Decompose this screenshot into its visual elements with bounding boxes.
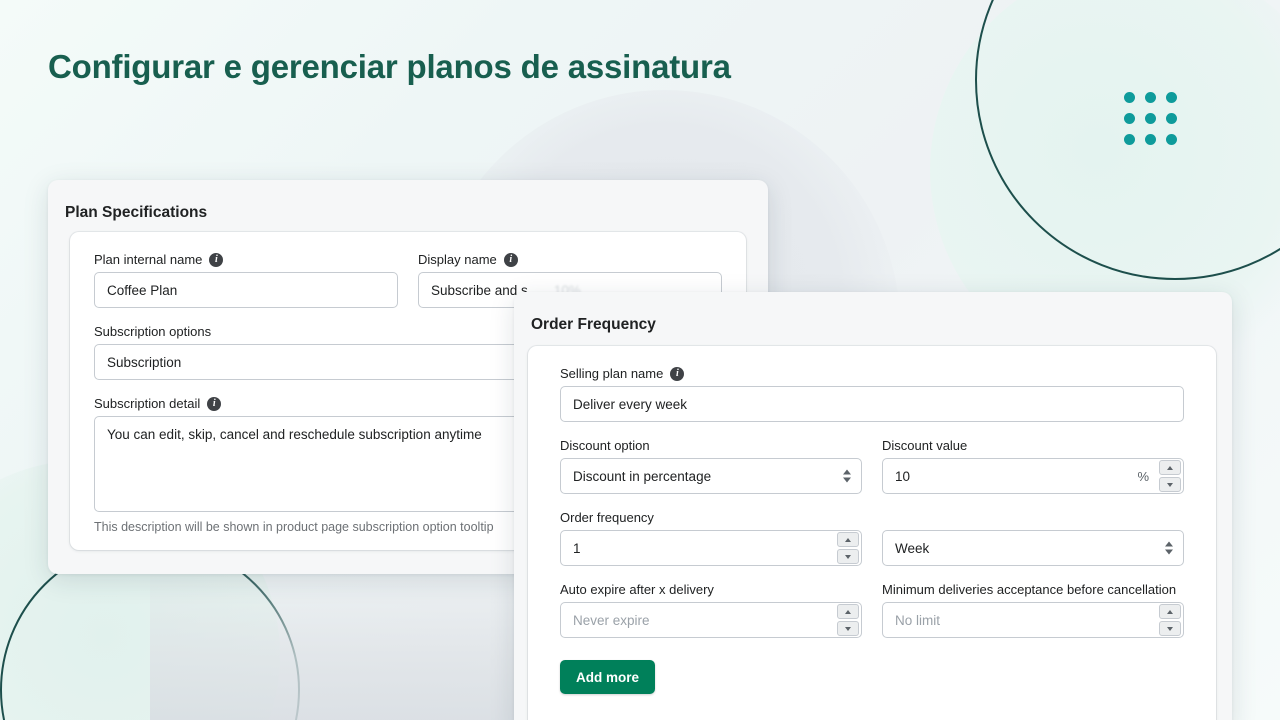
minimum-deliveries-stepper[interactable] — [1159, 603, 1181, 637]
stepper-down-button[interactable] — [1159, 621, 1181, 636]
grid-dot-icon — [1145, 134, 1156, 145]
auto-expire-label: Auto expire after x delivery — [560, 582, 714, 597]
display-name-label-text: Display name — [418, 252, 497, 267]
grid-dot-icon — [1124, 134, 1135, 145]
order-frequency-label: Order frequency — [560, 510, 654, 525]
grid-dot-icon — [1166, 113, 1177, 124]
gray-band-bottom — [150, 560, 550, 720]
minimum-deliveries-input[interactable]: No limit — [882, 602, 1184, 638]
auto-expire-input[interactable]: Never expire — [560, 602, 862, 638]
display-name-label: Display name i — [418, 252, 722, 267]
selling-plan-name-field: Selling plan name i Deliver every week — [560, 366, 1184, 422]
order-frequency-value: 1 — [573, 540, 581, 556]
discount-option-field: Discount option Discount in percentage — [560, 438, 862, 494]
grid-dot-icon — [1145, 113, 1156, 124]
grid-dot-icon — [1124, 113, 1135, 124]
app-screenshot: Configurar e gerenciar planos de assinat… — [0, 0, 1280, 720]
stepper-up-button[interactable] — [1159, 460, 1181, 475]
stepper-up-button[interactable] — [837, 532, 859, 547]
discount-value-stepper[interactable] — [1159, 459, 1181, 493]
info-icon[interactable]: i — [207, 396, 222, 411]
selling-plan-name-input[interactable]: Deliver every week — [560, 386, 1184, 422]
chevron-updown-icon — [1165, 541, 1173, 555]
stepper-down-button[interactable] — [837, 549, 859, 564]
discount-value-text: 10 — [895, 468, 911, 484]
order-frequency-unit-value: Week — [895, 540, 930, 556]
order-frequency-field: Order frequency 1 Week — [560, 510, 1184, 566]
order-frequency-title: Order Frequency — [531, 316, 656, 333]
plan-internal-name-label-text: Plan internal name — [94, 252, 203, 267]
stepper-down-button[interactable] — [1159, 477, 1181, 492]
stepper-up-button[interactable] — [1159, 604, 1181, 619]
plan-internal-name-field: Plan internal name i Coffee Plan — [94, 252, 398, 308]
minimum-deliveries-field: Minimum deliveries acceptance before can… — [882, 582, 1184, 638]
order-frequency-stepper[interactable] — [837, 531, 859, 565]
discount-value-field: Discount value 10 % — [882, 438, 1184, 494]
order-frequency-card: Order Frequency Selling plan name i Deli… — [514, 292, 1232, 720]
grid-dot-icon — [1124, 92, 1135, 103]
plan-internal-name-label: Plan internal name i — [94, 252, 398, 267]
selling-plan-name-label: Selling plan name i — [560, 366, 1184, 381]
info-icon[interactable]: i — [209, 252, 224, 267]
auto-expire-placeholder: Never expire — [573, 612, 650, 628]
discount-value-label: Discount value — [882, 438, 968, 453]
grid-dot-icon — [1145, 92, 1156, 103]
subscription-detail-label-text: Subscription detail — [94, 396, 201, 411]
discount-value-suffix: % — [1137, 468, 1149, 484]
grid-dot-icon — [1166, 134, 1177, 145]
order-frequency-form: Selling plan name i Deliver every week D… — [528, 346, 1216, 720]
selling-plan-name-label-text: Selling plan name — [560, 366, 664, 381]
stepper-down-button[interactable] — [837, 621, 859, 636]
minimum-deliveries-placeholder: No limit — [895, 612, 941, 628]
info-icon[interactable]: i — [670, 366, 685, 381]
display-name-value: Subscribe and s — [431, 282, 528, 298]
stepper-up-button[interactable] — [837, 604, 859, 619]
minimum-deliveries-label: Minimum deliveries acceptance before can… — [882, 582, 1177, 597]
discount-option-label: Discount option — [560, 438, 650, 453]
discount-value-input[interactable]: 10 % — [882, 458, 1184, 494]
grid-dot-icon — [1166, 92, 1177, 103]
order-frequency-input[interactable]: 1 — [560, 530, 862, 566]
page-title: Configurar e gerenciar planos de assinat… — [48, 48, 731, 85]
info-icon[interactable]: i — [503, 252, 518, 267]
chevron-updown-icon — [843, 469, 851, 483]
auto-expire-field: Auto expire after x delivery Never expir… — [560, 582, 862, 638]
auto-expire-stepper[interactable] — [837, 603, 859, 637]
dot-grid-decoration — [1124, 92, 1177, 145]
plan-specifications-title: Plan Specifications — [65, 204, 208, 221]
discount-option-value: Discount in percentage — [573, 468, 712, 484]
discount-option-select[interactable]: Discount in percentage — [560, 458, 862, 494]
plan-internal-name-input[interactable]: Coffee Plan — [94, 272, 398, 308]
add-more-button[interactable]: Add more — [560, 660, 656, 694]
order-frequency-unit-select[interactable]: Week — [882, 530, 1184, 566]
outline-ring-top-right — [975, 0, 1280, 280]
